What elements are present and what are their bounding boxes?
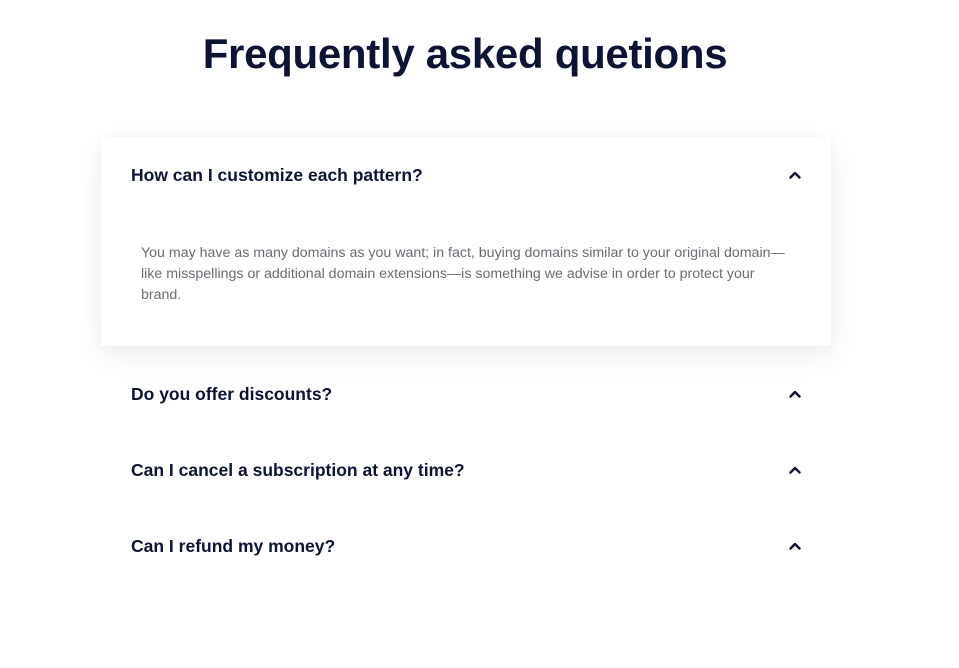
- faq-question-toggle[interactable]: How can I customize each pattern?: [131, 164, 801, 186]
- faq-question-toggle[interactable]: Do you offer discounts?: [131, 383, 801, 405]
- faq-item: Do you offer discounts?: [101, 356, 831, 432]
- chevron-up-icon[interactable]: [789, 464, 801, 476]
- faq-question-text: Can I refund my money?: [131, 535, 336, 556]
- chevron-up-icon[interactable]: [789, 169, 801, 181]
- faq-item: Can I refund my money?: [101, 508, 831, 584]
- faq-question-text: Can I cancel a subscription at any time?: [131, 459, 465, 480]
- faq-question-toggle[interactable]: Can I refund my money?: [131, 535, 801, 557]
- faq-list: How can I customize each pattern? You ma…: [101, 137, 831, 584]
- page-title: Frequently asked quetions: [202, 30, 728, 77]
- faq-question-toggle[interactable]: Can I cancel a subscription at any time?: [131, 459, 801, 481]
- faq-question-text: Do you offer discounts?: [131, 383, 333, 404]
- chevron-up-icon[interactable]: [789, 540, 801, 552]
- faq-question-text: How can I customize each pattern?: [131, 164, 423, 185]
- faq-item: How can I customize each pattern? You ma…: [101, 137, 831, 346]
- faq-answer: You may have as many domains as you want…: [141, 245, 785, 303]
- chevron-up-icon[interactable]: [789, 388, 801, 400]
- faq-item: Can I cancel a subscription at any time?: [101, 432, 831, 508]
